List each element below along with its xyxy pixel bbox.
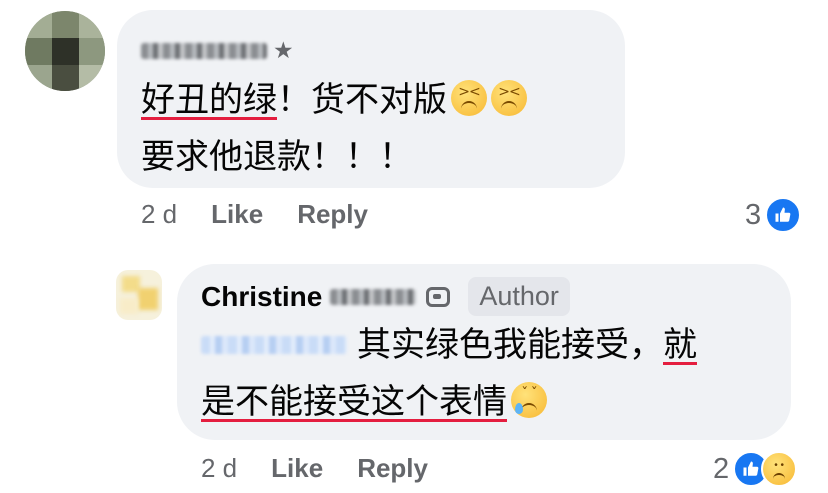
author-name[interactable]: Christine xyxy=(201,281,322,313)
reply-text-line-1: 其实绿色我能接受，就 xyxy=(201,317,697,374)
timestamp[interactable]: 2 d xyxy=(201,453,237,484)
underlined-phrase: 好丑的绿 xyxy=(141,80,277,120)
star-icon: ★ xyxy=(273,38,294,64)
reaction-summary[interactable]: 3 xyxy=(745,197,802,233)
comment-text-line-2: 要求他退款！！！ xyxy=(141,137,413,177)
reply-actions: 2 d Like Reply xyxy=(201,453,462,484)
author-badge: Author xyxy=(468,277,570,316)
reaction-count: 3 xyxy=(745,198,762,231)
reply-text-line-2: 是不能接受这个表情 ˇ ˇ xyxy=(201,374,547,431)
sad-reaction-icon: • • xyxy=(761,451,798,487)
like-button[interactable]: Like xyxy=(211,199,263,230)
reply-button[interactable]: Reply xyxy=(297,199,368,230)
commenter-name-row[interactable]: ★ xyxy=(141,38,294,64)
timestamp[interactable]: 2 d xyxy=(141,199,177,230)
mention-tag-redacted[interactable] xyxy=(201,336,347,354)
author-name-row[interactable]: Christine Author xyxy=(201,277,570,316)
commenter-name-redacted[interactable] xyxy=(141,43,267,59)
comment-actions: 2 d Like Reply xyxy=(141,199,402,230)
reaction-count: 2 xyxy=(713,452,730,485)
like-reaction-icon xyxy=(765,197,802,233)
author-surname-redacted[interactable] xyxy=(330,288,417,305)
like-button[interactable]: Like xyxy=(271,453,323,484)
underlined-phrase: 就 xyxy=(663,325,697,365)
comment-text-line-1: 好丑的绿！货不对版 >< >< xyxy=(141,72,527,129)
reaction-summary[interactable]: 2 • • xyxy=(713,451,798,487)
confounded-face-emoji: >< xyxy=(451,80,487,116)
underlined-phrase: 是不能接受这个表情 xyxy=(201,382,507,422)
reply-button[interactable]: Reply xyxy=(357,453,428,484)
messenger-icon xyxy=(426,286,451,307)
confounded-face-emoji: >< xyxy=(491,80,527,116)
author-avatar[interactable] xyxy=(116,270,162,320)
crying-face-emoji: ˇ ˇ xyxy=(511,382,547,418)
commenter-avatar[interactable] xyxy=(25,11,105,91)
